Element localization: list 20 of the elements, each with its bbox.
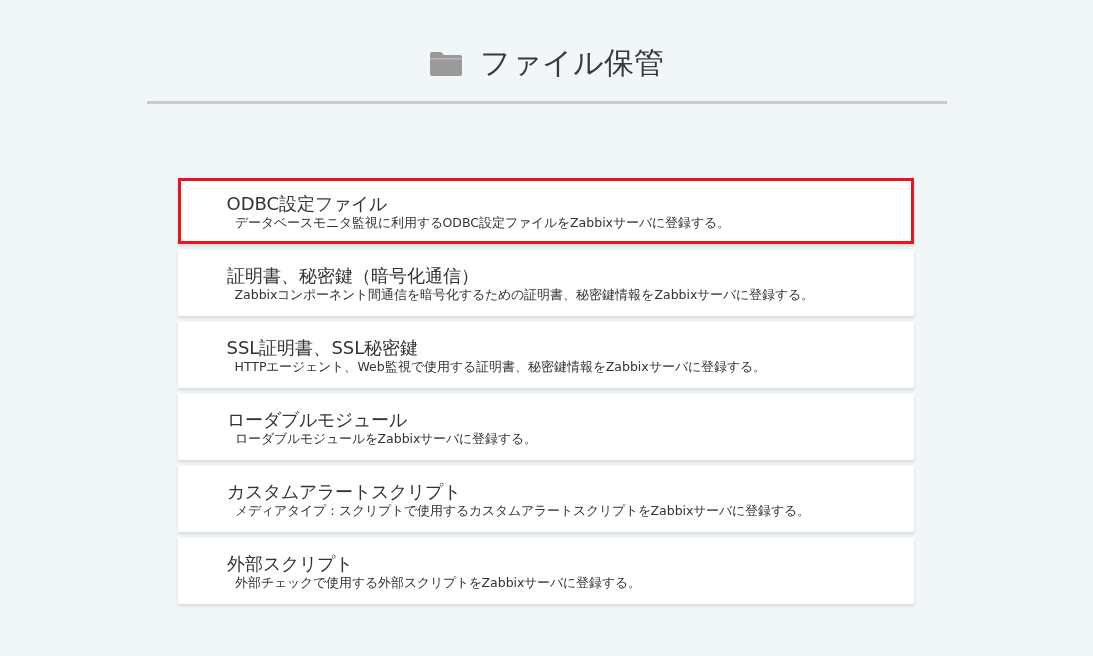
card-title: 証明書、秘密鍵（暗号化通信） [226,265,480,287]
card-description: データベースモニタ監視に利用するODBC設定ファイルをZabbixサーバに登録する。 [234,215,731,231]
file-type-card[interactable]: ODBC設定ファイル データベースモニタ監視に利用するODBC設定ファイルをZabbixサーバに登録する。 [177,178,914,244]
folder-icon [429,52,462,76]
card-description: メディアタイプ：スクリプトで使用するカスタムアラートスクリプトをZabbixサーバに登録する。 [234,503,812,519]
file-type-card[interactable]: SSL証明書、SSL秘密鍵 HTTPエージェント、Web監視で使用する証明書、秘密鍵情報をZabbixサーバに登録する。 [177,322,914,388]
card-title: 外部スクリプト [226,553,354,575]
file-type-card[interactable]: 証明書、秘密鍵（暗号化通信） Zabbixコンポーネント間通信を暗号化するための証明書、秘密鍵情報をZabbixサーバに登録する。 [177,250,914,316]
card-title: カスタムアラートスクリプト [226,481,462,503]
card-description: 外部チェックで使用する外部スクリプトをZabbixサーバに登録する。 [234,575,643,591]
file-type-card[interactable]: ローダブルモジュール ローダブルモジュールをZabbixサーバに登録する。 [177,394,914,460]
file-type-card[interactable]: 外部スクリプト 外部チェックで使用する外部スクリプトをZabbixサーバに登録する。 [177,538,914,604]
card-title: SSL証明書、SSL秘密鍵 [226,337,420,359]
card-description: Zabbixコンポーネント間通信を暗号化するための証明書、秘密鍵情報をZabbixサーバに登録する。 [234,287,816,303]
file-type-card[interactable]: カスタムアラートスクリプト メディアタイプ：スクリプトで使用するカスタムアラートスクリプトをZabbixサーバに登録する。 [177,466,914,532]
card-description: ローダブルモジュールをZabbixサーバに登録する。 [234,431,539,447]
card-description: HTTPエージェント、Web監視で使用する証明書、秘密鍵情報をZabbixサーバに登録する。 [234,359,767,375]
card-title: ODBC設定ファイル [226,193,389,215]
card-title: ローダブルモジュール [226,409,408,431]
page-title: ファイル保管 [479,44,664,82]
